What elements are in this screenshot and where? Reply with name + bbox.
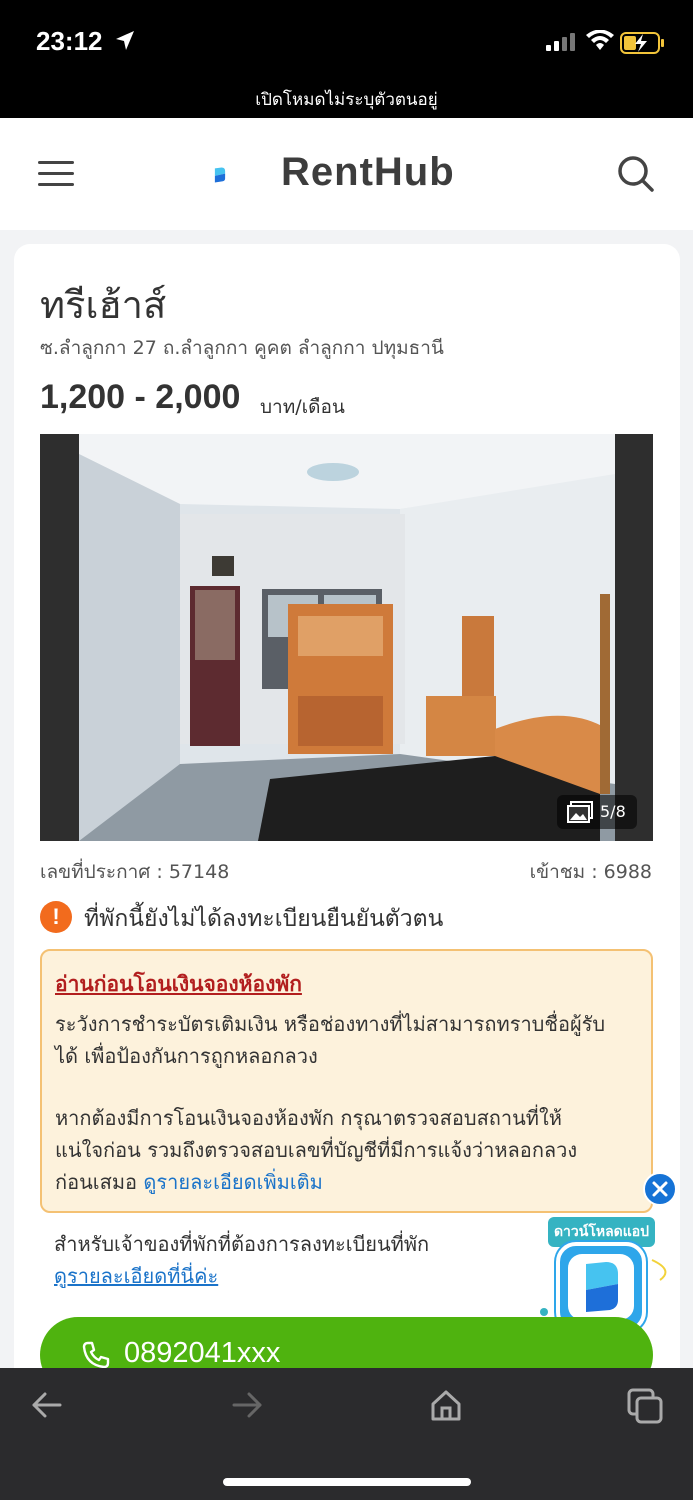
status-time: 23:12 (36, 26, 103, 56)
cellular-signal-icon (546, 33, 575, 51)
forward-arrow-icon[interactable] (230, 1388, 264, 1422)
price-unit: บาท/เดือน (260, 396, 345, 418)
gallery-icon (567, 801, 593, 823)
phone-icon (82, 1341, 110, 1369)
tabs-icon[interactable] (627, 1388, 665, 1426)
notice-paragraph-2-line-1: หากต้องมีการโอนเงินจองห้องพัก กรุณาตรวจส… (55, 1106, 562, 1130)
renthub-app-icon (568, 1254, 634, 1320)
verification-warning: ที่พักนี้ยังไม่ได้ลงทะเบียนยืนยันตัวตน (84, 906, 444, 932)
notice-paragraph-2-line-3: ก่อนเสมอ ดูรายละเอียดเพิ่มเติม (55, 1166, 323, 1198)
owner-details-link[interactable]: ดูรายละเอียดที่นี่ค่ะ (54, 1260, 218, 1292)
home-icon[interactable] (429, 1388, 463, 1422)
photo-counter[interactable]: 5/8 (557, 795, 637, 829)
phone-number: 0892041xxx (124, 1337, 281, 1369)
warning-icon: ! (40, 901, 72, 933)
notice-paragraph-1-line-1: ระวังการชำระบัตรเติมเงิน หรือช่องทางที่ไ… (55, 1012, 606, 1036)
notice-title[interactable]: อ่านก่อนโอนเงินจองห้องพัก (55, 968, 302, 1001)
notice-paragraph-1-line-2: ได้ เพื่อป้องกันการถูกหลอกลวง (55, 1044, 318, 1068)
room-photo-illustration (79, 434, 615, 841)
listing-title: ทรีเฮ้าส์ (40, 283, 167, 327)
hamburger-menu-icon[interactable] (38, 160, 74, 188)
owner-register-text: สำหรับเจ้าของที่พักที่ต้องการลงทะเบียนที… (54, 1232, 430, 1256)
brand-name: RentHub (281, 150, 455, 194)
search-icon[interactable] (616, 154, 656, 194)
view-count: เข้าชม : 6988 (529, 861, 652, 883)
announcement-number: เลขที่ประกาศ : 57148 (40, 861, 230, 883)
close-icon (652, 1181, 668, 1197)
listing-address: ซ.ลำลูกกา 27 ถ.ลำลูกกา คูคต ลำลูกกา ปทุม… (40, 337, 444, 359)
back-arrow-icon[interactable] (30, 1388, 64, 1422)
photo-counter-text: 5/8 (600, 802, 626, 821)
notice-paragraph-2-line-2: แน่ใจก่อน รวมถึงตรวจสอบเลขที่บัญชีที่มีก… (55, 1138, 578, 1162)
location-arrow-icon (116, 31, 134, 50)
price-range: 1,200 - 2,000 (40, 378, 241, 416)
listing-photo[interactable] (40, 434, 653, 841)
close-promo-button[interactable] (643, 1172, 677, 1206)
wifi-icon (586, 30, 614, 50)
notice-more-link[interactable]: ดูรายละเอียดเพิ่มเติม (143, 1170, 322, 1194)
renthub-logo-icon[interactable] (214, 139, 274, 211)
private-mode-banner: เปิดโหมดไม่ระบุตัวตนอยู่ (255, 90, 438, 110)
home-indicator (223, 1478, 471, 1486)
status-bar: 23:12 เปิดโหมดไม่ระบุตัวตนอยู่ (0, 0, 693, 118)
battery-charging-icon (620, 32, 664, 54)
notice-line-prefix: ก่อนเสมอ (55, 1170, 144, 1194)
